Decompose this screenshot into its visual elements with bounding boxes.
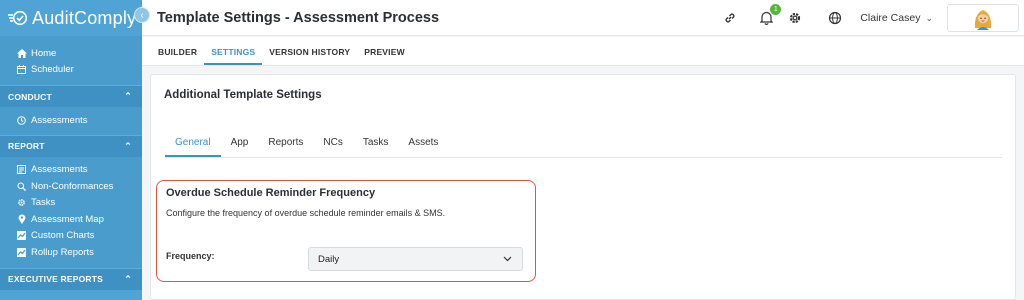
conduct-nav: Assessments xyxy=(0,107,142,135)
report-nav: Assessments Non-Conformances Tasks Asses… xyxy=(0,156,142,268)
chart-icon xyxy=(16,247,27,257)
page-title: Template Settings - Assessment Process xyxy=(157,9,440,26)
auditcomply-logo-icon xyxy=(8,10,28,26)
section-title: CONDUCT xyxy=(8,91,52,102)
sidebar-item-scheduler[interactable]: Scheduler xyxy=(0,62,142,79)
section-executive-reports[interactable]: EXECUTIVE REPORTS ⌃ xyxy=(0,267,142,290)
brand[interactable]: AuditComply xyxy=(0,0,142,36)
calendar-icon xyxy=(16,65,27,75)
subtab-app[interactable]: App xyxy=(221,137,259,157)
tab-settings[interactable]: SETTINGS xyxy=(204,47,263,65)
settings-subtabs: General App Reports NCs Tasks Assets xyxy=(165,129,1002,158)
gear-icon[interactable] xyxy=(786,9,804,27)
link-icon[interactable] xyxy=(721,9,739,27)
section-title: EXECUTIVE REPORTS xyxy=(8,274,104,284)
chevron-left-icon: ‹ xyxy=(140,9,144,21)
search-icon xyxy=(16,182,27,191)
sidebar-item-label: Custom Charts xyxy=(31,230,95,242)
overdue-reminder-section: Overdue Schedule Reminder Frequency Conf… xyxy=(156,180,536,282)
sidebar-item-label: Rollup Reports xyxy=(31,246,94,258)
home-icon xyxy=(16,48,27,58)
subtab-reports[interactable]: Reports xyxy=(258,137,313,157)
reminder-description: Configure the frequency of overdue sched… xyxy=(166,208,446,218)
sidebar: AuditComply Home Scheduler CONDUCT ⌃ Ass… xyxy=(0,0,142,300)
notifications-button[interactable]: 1 xyxy=(757,4,782,27)
chevron-up-icon: ⌃ xyxy=(124,273,132,284)
sidebar-item-tasks[interactable]: Tasks xyxy=(0,195,142,212)
top-bar: Template Settings - Assessment Process 1… xyxy=(142,0,1024,36)
sidebar-item-home[interactable]: Home xyxy=(0,45,142,62)
sidebar-item-label: Assessments xyxy=(31,164,88,176)
section-conduct[interactable]: CONDUCT ⌃ xyxy=(0,85,142,107)
sidebar-item-conduct-assessments[interactable]: Assessments xyxy=(0,112,142,129)
template-tabs: BUILDER SETTINGS VERSION HISTORY PREVIEW xyxy=(142,37,1024,66)
frequency-value: Daily xyxy=(318,253,340,265)
chevron-up-icon: ⌃ xyxy=(124,91,132,101)
sidebar-item-rollup-reports[interactable]: Rollup Reports xyxy=(0,244,142,261)
chart-icon xyxy=(16,231,27,241)
sidebar-item-label: Assessments xyxy=(31,114,88,126)
section-report[interactable]: REPORT ⌃ xyxy=(0,134,142,157)
sidebar-item-label: Home xyxy=(31,47,57,59)
sidebar-item-non-conformances[interactable]: Non-Conformances xyxy=(0,178,142,195)
sidebar-item-label: Non-Conformances xyxy=(31,180,114,192)
sidebar-item-label: Tasks xyxy=(31,197,56,209)
subtab-tasks[interactable]: Tasks xyxy=(353,137,399,157)
avatar[interactable] xyxy=(947,4,1019,32)
top-actions: 1 Claire Casey ⌄ xyxy=(721,0,1024,36)
brand-name: AuditComply xyxy=(32,7,137,28)
notification-badge: 1 xyxy=(770,4,782,15)
section-title: REPORT xyxy=(8,141,45,151)
subtab-ncs[interactable]: NCs xyxy=(313,137,352,157)
globe-icon[interactable] xyxy=(826,9,844,27)
frequency-select[interactable]: Daily xyxy=(308,247,523,271)
subtab-assets[interactable]: Assets xyxy=(398,137,448,157)
frequency-label: Frequency: xyxy=(166,251,215,261)
top-nav: Home Scheduler xyxy=(0,36,142,85)
user-name[interactable]: Claire Casey xyxy=(860,12,920,24)
pin-icon xyxy=(16,214,27,225)
sidebar-item-report-assessments[interactable]: Assessments xyxy=(0,162,142,179)
list-icon xyxy=(16,165,27,175)
chevron-down-icon[interactable]: ⌄ xyxy=(925,13,933,24)
sidebar-item-label: Assessment Map xyxy=(31,213,104,225)
reminder-title: Overdue Schedule Reminder Frequency xyxy=(166,187,376,199)
tab-builder[interactable]: BUILDER xyxy=(151,47,204,65)
sidebar-item-label: Scheduler xyxy=(31,64,74,76)
settings-card: Additional Template Settings General App… xyxy=(150,74,1016,300)
tab-preview[interactable]: PREVIEW xyxy=(357,47,412,65)
card-title: Additional Template Settings xyxy=(164,89,322,101)
collapse-sidebar-button[interactable]: ‹ xyxy=(134,7,150,23)
chevron-down-icon xyxy=(503,254,512,265)
clock-icon xyxy=(16,115,27,125)
gear-icon xyxy=(16,198,27,207)
chevron-up-icon: ⌃ xyxy=(124,140,132,151)
tab-version-history[interactable]: VERSION HISTORY xyxy=(262,47,357,65)
sidebar-item-custom-charts[interactable]: Custom Charts xyxy=(0,228,142,245)
sidebar-item-assessment-map[interactable]: Assessment Map xyxy=(0,211,142,228)
subtab-general[interactable]: General xyxy=(165,137,221,157)
